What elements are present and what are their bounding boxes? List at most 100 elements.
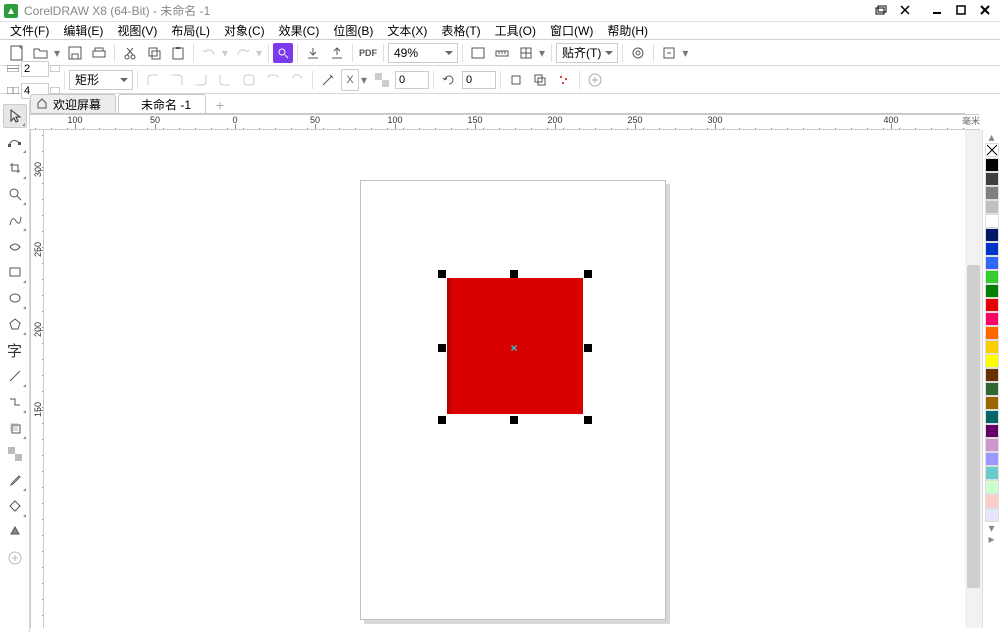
text-tool[interactable]: 字 [3, 338, 27, 362]
menu-edit[interactable]: 编辑(E) [63, 22, 103, 39]
rows-field[interactable]: 2 [21, 61, 49, 77]
smart-fill-tool[interactable] [3, 520, 27, 544]
freehand-tool[interactable] [3, 208, 27, 232]
palette-up-button[interactable]: ▴ [985, 132, 999, 142]
grid-dropdown[interactable]: ▾ [539, 42, 547, 64]
menu-effects[interactable]: 效果(C) [279, 22, 320, 39]
scrollbar-thumb[interactable] [967, 265, 980, 588]
save-button[interactable] [64, 42, 86, 64]
color-swatch[interactable] [985, 228, 999, 242]
corner-br-button[interactable] [190, 69, 212, 91]
color-swatch[interactable] [985, 368, 999, 382]
zoom-combo[interactable]: 49% [388, 43, 458, 63]
selection-handle[interactable] [438, 416, 446, 424]
add-preset-button[interactable] [584, 69, 606, 91]
tab-document-1[interactable]: 未命名 -1 [118, 94, 206, 113]
corner-chamfer-button[interactable] [286, 69, 308, 91]
selection-handle[interactable] [510, 270, 518, 278]
crop-tool[interactable] [3, 156, 27, 180]
menu-table[interactable]: 表格(T) [441, 22, 480, 39]
color-swatch[interactable] [985, 242, 999, 256]
menu-layout[interactable]: 布局(L) [171, 22, 210, 39]
weld-button[interactable] [505, 69, 527, 91]
palette-flyout-button[interactable]: ▸ [985, 534, 999, 544]
pdf-button[interactable]: PDF [357, 42, 379, 64]
color-swatch[interactable] [985, 480, 999, 494]
tab-welcome[interactable]: 欢迎屏幕 [30, 94, 116, 113]
export-button[interactable] [326, 42, 348, 64]
selection-handle[interactable] [510, 416, 518, 424]
ellipse-tool[interactable] [3, 286, 27, 310]
print-button[interactable] [88, 42, 110, 64]
selection-center-marker[interactable]: × [510, 344, 518, 352]
minimize-button[interactable] [926, 2, 948, 18]
undo-button[interactable] [198, 42, 220, 64]
snap-combo[interactable]: 贴齐(T) [556, 43, 618, 63]
selection-handle[interactable] [438, 270, 446, 278]
vertical-scrollbar[interactable] [965, 130, 982, 628]
color-swatch[interactable] [985, 396, 999, 410]
interactive-fill-tool[interactable] [3, 494, 27, 518]
color-swatch[interactable] [985, 424, 999, 438]
x-toggle-dropdown[interactable]: ▾ [361, 69, 369, 91]
color-swatch[interactable] [985, 200, 999, 214]
launch-dropdown[interactable]: ▾ [682, 42, 690, 64]
redo-button[interactable] [232, 42, 254, 64]
menu-file[interactable]: 文件(F) [10, 22, 49, 39]
maximize-button[interactable] [950, 2, 972, 18]
order-button[interactable] [529, 69, 551, 91]
color-swatch[interactable] [985, 340, 999, 354]
color-swatch[interactable] [985, 172, 999, 186]
doc-restore-icon[interactable] [870, 2, 892, 18]
menu-text[interactable]: 文本(X) [387, 22, 427, 39]
close-button[interactable] [974, 2, 996, 18]
color-swatch[interactable] [985, 284, 999, 298]
vertical-ruler[interactable]: 300250200150 [30, 130, 44, 628]
connector-tool[interactable] [3, 390, 27, 414]
color-swatch[interactable] [985, 438, 999, 452]
x-toggle-button[interactable]: X [341, 69, 359, 91]
eyedropper-icon[interactable] [317, 69, 339, 91]
artistic-media-tool[interactable] [3, 234, 27, 258]
color-swatch[interactable] [985, 214, 999, 228]
search-content-button[interactable] [273, 43, 293, 63]
corner-all-button[interactable] [238, 69, 260, 91]
add-tab-button[interactable]: + [212, 97, 228, 113]
undo-dropdown[interactable]: ▾ [222, 42, 230, 64]
color-swatch[interactable] [985, 354, 999, 368]
rulers-button[interactable] [491, 42, 513, 64]
shape-combo[interactable]: 矩形 [69, 70, 133, 90]
doc-close-icon[interactable] [894, 2, 916, 18]
spray-button[interactable] [553, 69, 575, 91]
cut-button[interactable] [119, 42, 141, 64]
shape-tool[interactable] [3, 130, 27, 154]
color-swatch[interactable] [985, 270, 999, 284]
zoom-tool[interactable] [3, 182, 27, 206]
selection-handle[interactable] [584, 270, 592, 278]
corner-tl-button[interactable] [142, 69, 164, 91]
color-swatch[interactable] [985, 410, 999, 424]
pick-tool[interactable] [3, 104, 27, 128]
color-swatch[interactable] [985, 326, 999, 340]
color-swatch[interactable] [985, 508, 999, 522]
paste-button[interactable] [167, 42, 189, 64]
nudge-a-field[interactable]: 0 [395, 71, 429, 89]
rows-spinner[interactable] [50, 65, 60, 72]
redo-dropdown[interactable]: ▾ [256, 42, 264, 64]
launch-button[interactable] [658, 42, 680, 64]
rotation-field[interactable]: 0 [462, 71, 496, 89]
menu-tools[interactable]: 工具(O) [495, 22, 536, 39]
quick-customize-button[interactable] [3, 546, 27, 570]
color-swatch[interactable] [985, 494, 999, 508]
color-swatch[interactable] [985, 452, 999, 466]
selection-handle[interactable] [584, 416, 592, 424]
menu-bitmap[interactable]: 位图(B) [333, 22, 373, 39]
menu-object[interactable]: 对象(C) [224, 22, 265, 39]
menu-window[interactable]: 窗口(W) [550, 22, 593, 39]
selection-handle[interactable] [438, 344, 446, 352]
drop-shadow-tool[interactable] [3, 416, 27, 440]
transparency-tool[interactable] [3, 442, 27, 466]
drawing-canvas[interactable]: × [44, 130, 965, 628]
polygon-tool[interactable] [3, 312, 27, 336]
color-swatch[interactable] [985, 312, 999, 326]
